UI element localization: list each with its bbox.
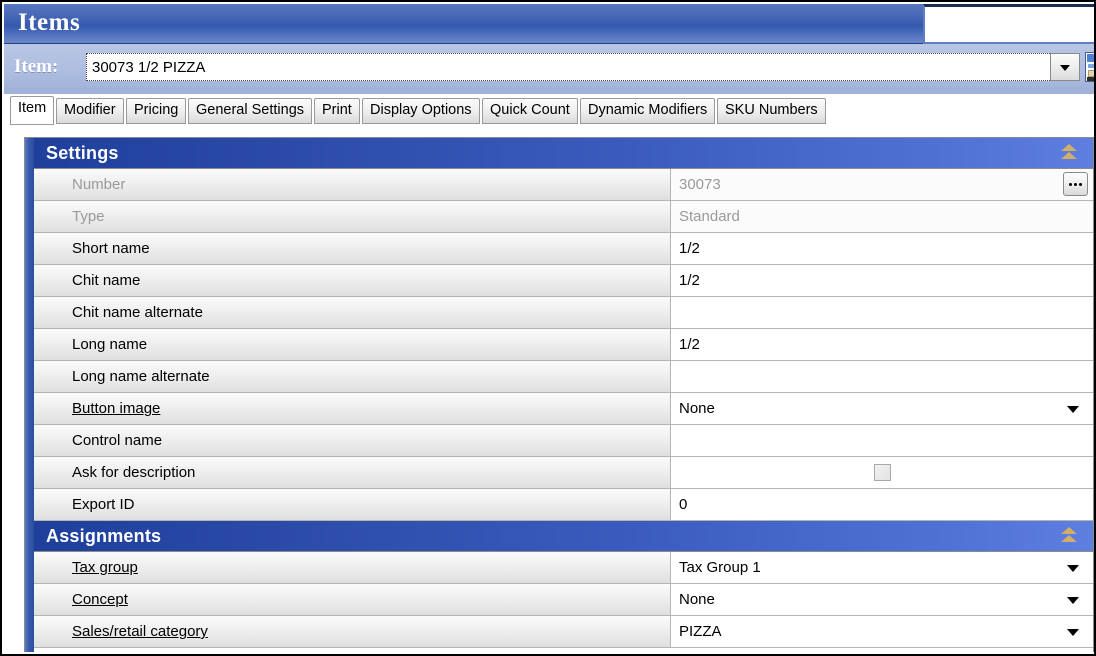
property-label-tax-group[interactable]: Tax group [34, 552, 671, 583]
tab-dynamic-modifiers[interactable]: Dynamic Modifiers [580, 98, 715, 124]
property-value-type: Standard [671, 201, 1093, 232]
item-search-input[interactable] [86, 53, 1054, 81]
property-label-long-name: Long name [34, 329, 671, 360]
property-value-export-id[interactable]: 0 [671, 489, 1093, 520]
tab-pricing[interactable]: Pricing [126, 98, 186, 124]
property-label-export-id: Export ID [34, 489, 671, 520]
tab-quick-count[interactable]: Quick Count [482, 98, 578, 124]
property-row: Concept None [34, 584, 1093, 616]
property-value-text: 1/2 [679, 240, 700, 257]
tab-print[interactable]: Print [314, 98, 360, 124]
property-value-button-image[interactable]: None [671, 393, 1093, 424]
property-value-long-name-alternate[interactable] [671, 361, 1093, 392]
chevron-down-icon [1060, 65, 1070, 71]
property-label-type: Type [34, 201, 671, 232]
tab-display-options[interactable]: Display Options [362, 98, 480, 124]
ellipsis-browse-button[interactable] [1063, 172, 1088, 196]
page-title: Items [18, 9, 81, 36]
chevron-down-icon[interactable] [1067, 565, 1079, 572]
property-label-ask-for-description: Ask for description [34, 457, 671, 488]
property-row: Long name 1/2 [34, 329, 1093, 361]
tab-general-settings[interactable]: General Settings [188, 98, 312, 124]
double-chevron-up-icon[interactable] [1061, 525, 1079, 547]
property-value-concept[interactable]: None [671, 584, 1093, 615]
property-value-tax-group[interactable]: Tax Group 1 [671, 552, 1093, 583]
property-row: Export ID 0 [34, 489, 1093, 521]
property-row: Chit name 1/2 [34, 265, 1093, 297]
property-row: Short name 1/2 [34, 233, 1093, 265]
item-selector-bar: Item: [4, 44, 1094, 94]
property-value-text: None [679, 591, 715, 608]
property-value-long-name[interactable]: 1/2 [671, 329, 1093, 360]
property-value-text: 1/2 [679, 336, 700, 353]
property-value-sales-retail-category[interactable]: PIZZA [671, 616, 1093, 647]
section-title: Assignments [46, 526, 162, 546]
property-label-short-name: Short name [34, 233, 671, 264]
chevron-down-icon[interactable] [1067, 629, 1079, 636]
property-value-text: 30073 [679, 176, 721, 193]
property-label-concept[interactable]: Concept [34, 584, 671, 615]
property-value-text: Tax Group 1 [679, 559, 761, 576]
property-value-chit-name[interactable]: 1/2 [671, 265, 1093, 296]
item-dropdown-button[interactable] [1050, 53, 1080, 81]
tab-item[interactable]: Item [10, 96, 54, 125]
property-label-chit-name: Chit name [34, 265, 671, 296]
property-label-button-image[interactable]: Button image [34, 393, 671, 424]
section-header-settings[interactable]: Settings [34, 138, 1093, 169]
grid-accent-strip [25, 138, 34, 652]
double-chevron-up-icon[interactable] [1061, 142, 1079, 164]
property-row: Long name alternate [34, 361, 1093, 393]
items-window: Items Item: ItemModifierPricingGeneral S… [0, 0, 1096, 656]
property-row: Number 30073 [34, 169, 1093, 201]
property-label-control-name: Control name [34, 425, 671, 456]
tab-sku-numbers[interactable]: SKU Numbers [717, 98, 826, 124]
property-label-long-name-alternate: Long name alternate [34, 361, 671, 392]
property-grid: Settings Number 30073 Type Standard Short nam… [24, 137, 1094, 652]
chevron-down-icon[interactable] [1067, 597, 1079, 604]
property-row: Ask for description [34, 457, 1093, 489]
section-title: Settings [46, 143, 119, 163]
property-value-text: 1/2 [679, 272, 700, 289]
property-value-ask-for-description[interactable] [671, 457, 1093, 488]
property-label-sales-retail-category[interactable]: Sales/retail category [34, 616, 671, 647]
property-value-text: None [679, 400, 715, 417]
property-row: Button image None [34, 393, 1093, 425]
window-title-bar: Items [4, 4, 923, 44]
property-row: Chit name alternate [34, 297, 1093, 329]
window-list-icon[interactable] [1085, 52, 1094, 82]
property-label-number: Number [34, 169, 671, 200]
property-value-short-name[interactable]: 1/2 [671, 233, 1093, 264]
tab-modifier[interactable]: Modifier [56, 98, 124, 124]
property-row: Tax group Tax Group 1 [34, 552, 1093, 584]
item-field-label: Item: [14, 56, 59, 77]
property-value-chit-name-alternate[interactable] [671, 297, 1093, 328]
checkbox-ask-for-description[interactable] [873, 464, 891, 481]
property-value-number: 30073 [671, 169, 1093, 200]
property-row: Type Standard [34, 201, 1093, 233]
property-row: Control name [34, 425, 1093, 457]
property-value-text: Standard [679, 208, 740, 225]
property-value-text: 0 [679, 496, 688, 513]
property-value-control-name[interactable] [671, 425, 1093, 456]
tab-strip: Item Modifier Pricing General Settings Print… [4, 94, 1094, 127]
property-value-text: PIZZA [679, 623, 722, 640]
property-label-chit-name-alternate: Chit name alternate [34, 297, 671, 328]
section-header-assignments[interactable]: Assignments [34, 521, 1093, 552]
grid-body: Settings Number 30073 Type Standard Short nam… [34, 138, 1093, 652]
property-row: Sales/retail category PIZZA [34, 616, 1093, 648]
chevron-down-icon[interactable] [1067, 406, 1079, 413]
title-bar-right-panel [923, 4, 1094, 44]
